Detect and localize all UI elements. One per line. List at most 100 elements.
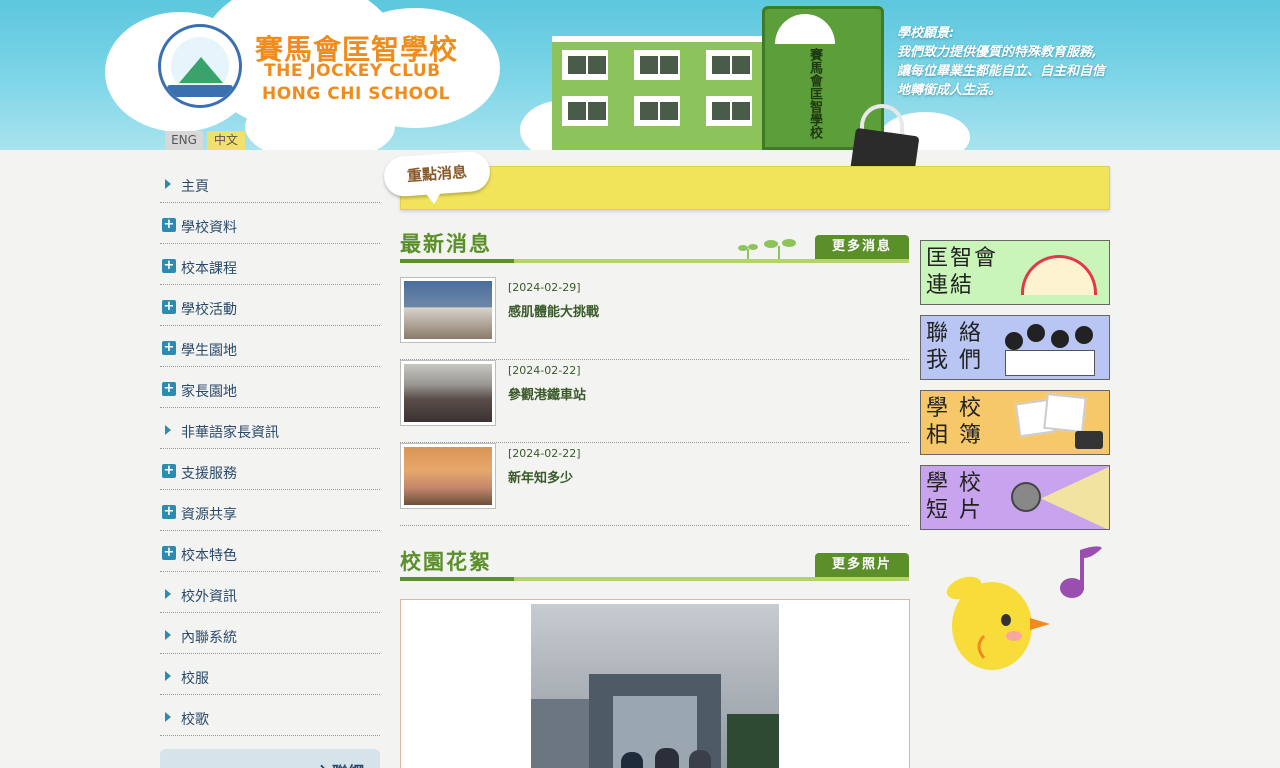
news-title-link[interactable]: 感肌體能大挑戰 xyxy=(508,301,599,320)
plus-icon[interactable]: + xyxy=(162,341,176,355)
person-shape xyxy=(655,748,679,768)
news-date: [2024-02-22] xyxy=(508,364,581,377)
sidebar-item-parents[interactable]: + 家長園地 xyxy=(160,367,380,408)
arrow-right-icon xyxy=(165,589,171,599)
sidebar-item-features[interactable]: + 校本特色 xyxy=(160,531,380,572)
sidebar-item-label: 校外資訊 xyxy=(181,589,237,605)
building-window xyxy=(706,50,752,80)
highlight-news-bubble: 重點消息 xyxy=(382,150,492,198)
plus-icon[interactable]: + xyxy=(162,505,176,519)
building-shape xyxy=(531,699,589,768)
school-name-en-line1: THE JOCKEY CLUB xyxy=(264,61,441,81)
building-window xyxy=(706,96,752,126)
sprout-icon xyxy=(738,245,748,251)
building-window xyxy=(634,50,680,80)
sidebar-item-label: 家長園地 xyxy=(181,384,237,400)
news-thumbnail[interactable] xyxy=(400,443,496,509)
sidebar-bottom-label: 入聯網 xyxy=(316,759,364,768)
sidebar-item-school-song[interactable]: 校歌 xyxy=(160,695,380,736)
sidebar-item-label: 資源共享 xyxy=(181,507,237,523)
news-title-link[interactable]: 參觀港鐵車站 xyxy=(508,384,586,403)
sprout-icon xyxy=(748,244,758,250)
section-divider-accent xyxy=(400,577,514,581)
sprout-icon xyxy=(747,249,749,259)
plus-icon[interactable]: + xyxy=(162,218,176,232)
building-window xyxy=(562,96,608,126)
sidebar-item-activities[interactable]: + 學校活動 xyxy=(160,285,380,326)
sidebar-item-label: 學校活動 xyxy=(181,302,237,318)
right-link-label: 聯 絡 我 們 xyxy=(926,321,983,373)
sidebar-item-ncs-parents[interactable]: 非華語家長資訊 xyxy=(160,408,380,449)
tower-sign: 賽馬會匡智學校 xyxy=(807,48,822,139)
news-thumbnail[interactable] xyxy=(400,360,496,426)
news-section-title: 最新消息 xyxy=(400,232,492,256)
right-link-label: 匡智會 連結 xyxy=(926,246,999,298)
sidebar-item-external-info[interactable]: 校外資訊 xyxy=(160,572,380,613)
sidebar-item-label: 校本課程 xyxy=(181,261,237,277)
plus-icon[interactable]: + xyxy=(162,464,176,478)
more-news-button[interactable]: 更多消息 xyxy=(815,235,909,259)
sprout-icon xyxy=(764,240,778,248)
news-item[interactable]: [2024-02-22] 新年知多少 xyxy=(400,443,909,526)
sidebar-item-curriculum[interactable]: + 校本課程 xyxy=(160,244,380,285)
sidebar-item-home[interactable]: 主頁 xyxy=(160,162,380,203)
person-shape xyxy=(689,750,711,768)
sidebar-item-resources[interactable]: + 資源共享 xyxy=(160,490,380,531)
lang-english-button[interactable]: ENG xyxy=(165,131,203,150)
photo-album-link-button[interactable]: 學 校 相 簿 xyxy=(920,390,1110,455)
news-thumbnail[interactable] xyxy=(400,277,496,343)
plus-icon[interactable]: + xyxy=(162,382,176,396)
sidebar-item-label: 校歌 xyxy=(181,712,209,728)
plus-icon[interactable]: + xyxy=(162,259,176,273)
gallery-photo[interactable] xyxy=(531,604,779,768)
children-illustration xyxy=(1005,322,1103,378)
news-date: [2024-02-29] xyxy=(508,281,581,294)
sidebar-item-label: 非華語家長資訊 xyxy=(181,425,279,441)
vision-line: 地轉銜成人生活。 xyxy=(897,83,1002,98)
vision-line: 學校願景: xyxy=(897,26,955,41)
arrow-right-icon xyxy=(165,671,171,681)
building-window xyxy=(634,96,680,126)
sidebar-item-school-info[interactable]: + 學校資料 xyxy=(160,203,380,244)
hong-chi-link-button[interactable]: 匡智會 連結 xyxy=(920,240,1110,305)
sidebar-item-label: 校本特色 xyxy=(181,548,237,564)
sidebar-item-support[interactable]: + 支援服務 xyxy=(160,449,380,490)
sidebar-item-label: 主頁 xyxy=(181,179,209,195)
sidebar-item-label: 學生園地 xyxy=(181,343,237,359)
arrow-right-icon xyxy=(165,630,171,640)
school-name-en-line2: HONG CHI SCHOOL xyxy=(262,84,450,104)
photo-icon xyxy=(1043,393,1087,433)
site-header: 賽馬會匡智學校 THE JOCKEY CLUB HONG CHI SCHOOL … xyxy=(0,0,1280,150)
sidebar-item-uniform[interactable]: 校服 xyxy=(160,654,380,695)
plus-icon[interactable]: + xyxy=(162,546,176,560)
vision-line: 我們致力提供優質的特殊教育服務, xyxy=(897,45,1097,60)
sidebar-nav: 主頁 + 學校資料 + 校本課程 + 學校活動 + 學生園地 + 家長園地 非華… xyxy=(160,162,380,736)
gallery-photo-frame xyxy=(400,599,910,768)
sidebar-item-label: 支援服務 xyxy=(181,466,237,482)
music-note-icon xyxy=(1060,546,1102,598)
contact-us-link-button[interactable]: 聯 絡 我 們 xyxy=(920,315,1110,380)
right-link-label: 學 校 相 簿 xyxy=(926,396,983,448)
school-logo[interactable] xyxy=(158,24,242,108)
school-video-link-button[interactable]: 學 校 短 片 xyxy=(920,465,1110,530)
bird-mascot-icon xyxy=(946,576,1050,670)
news-item[interactable]: [2024-02-29] 感肌體能大挑戰 xyxy=(400,277,909,360)
news-date: [2024-02-22] xyxy=(508,447,581,460)
news-title-link[interactable]: 新年知多少 xyxy=(508,467,573,486)
sidebar-item-students[interactable]: + 學生園地 xyxy=(160,326,380,367)
sidebar-item-intranet[interactable]: 內聯系統 xyxy=(160,613,380,654)
plus-icon[interactable]: + xyxy=(162,300,176,314)
lang-chinese-button[interactable]: 中文 xyxy=(207,131,245,150)
arrow-right-icon xyxy=(165,179,171,189)
sprout-icon xyxy=(778,246,780,259)
person-shape xyxy=(621,752,643,768)
school-vision: 學校願景: 我們致力提供優質的特殊教育服務, 讓每位畢業生都能自立、自主和自信 … xyxy=(897,24,1157,100)
vision-line: 讓每位畢業生都能自立、自主和自信 xyxy=(897,64,1106,79)
sidebar-bottom-panel[interactable]: 入聯網 xyxy=(160,749,380,768)
video-camera-icon xyxy=(1011,482,1041,512)
arrow-right-icon xyxy=(165,425,171,435)
news-item[interactable]: [2024-02-22] 參觀港鐵車站 xyxy=(400,360,909,443)
more-photos-button[interactable]: 更多照片 xyxy=(815,553,909,577)
gallery-section-title: 校園花絮 xyxy=(400,550,492,574)
building-window xyxy=(562,50,608,80)
